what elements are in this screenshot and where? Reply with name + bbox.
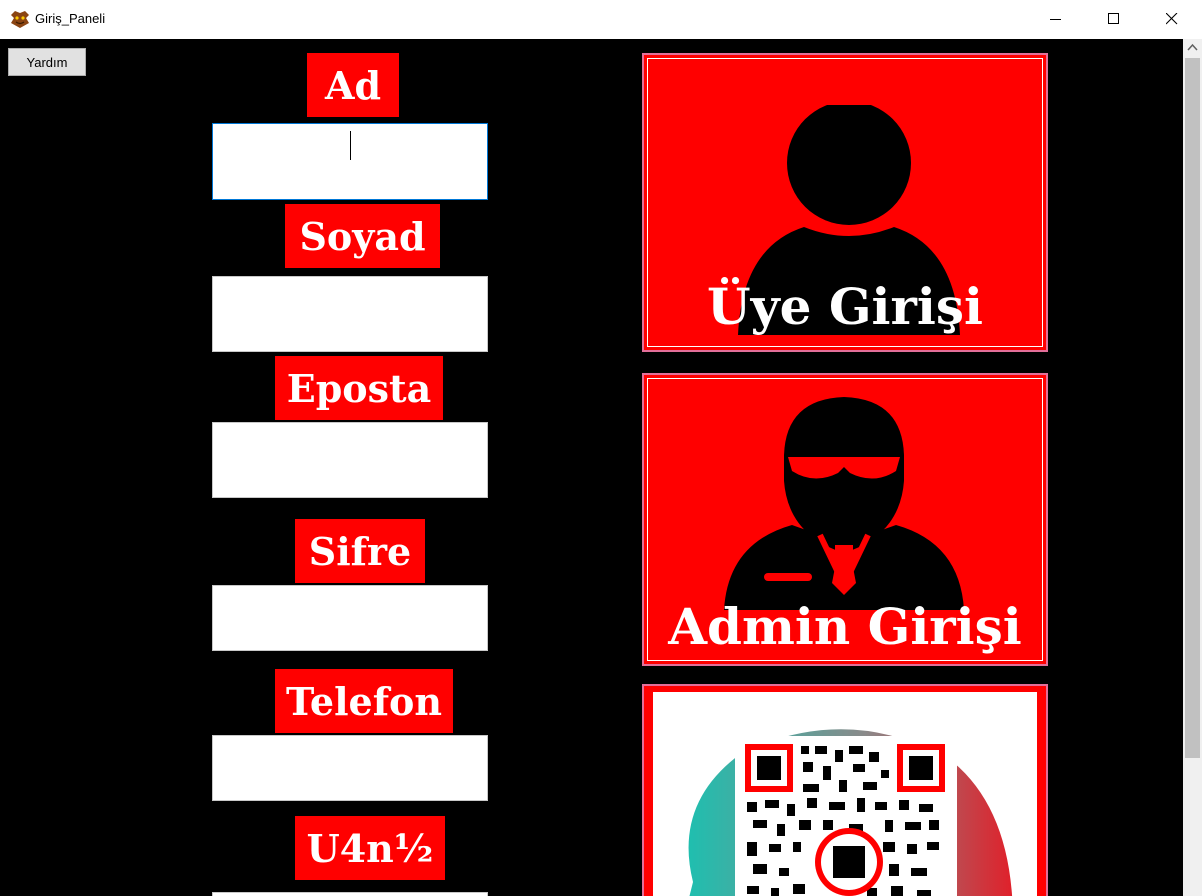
maximize-icon [1108, 13, 1119, 24]
label-ad: Ad [307, 53, 399, 117]
maximize-button[interactable] [1086, 0, 1144, 39]
input-soyad[interactable] [212, 276, 488, 352]
app-icon [11, 11, 29, 28]
label-telefon: Telefon [275, 669, 453, 733]
vertical-scrollbar[interactable] [1183, 39, 1202, 896]
admin-login-label: Admin Girişi [668, 597, 1022, 656]
text-caret [350, 131, 351, 160]
label-eposta: Eposta [275, 356, 443, 420]
input-eposta[interactable] [212, 422, 488, 498]
input-sifre[interactable] [212, 585, 488, 651]
label-soyad: Soyad [285, 204, 440, 268]
member-login-label: Üye Girişi [706, 277, 984, 336]
label-sifre: Sifre [295, 519, 425, 583]
label-u4n: U4n½ [295, 816, 445, 880]
close-button[interactable] [1144, 0, 1202, 39]
input-u4n[interactable] [212, 892, 488, 896]
qr-code-icon [688, 729, 1013, 896]
title-bar: Giriş_Paneli [0, 0, 1202, 40]
minimize-icon [1050, 19, 1061, 20]
help-button[interactable]: Yardım [8, 48, 86, 76]
client-area: Yardım Ad Soyad Eposta Sifre Telefon U4n… [0, 39, 1183, 896]
chevron-up-icon [1187, 43, 1198, 51]
admin-icon [724, 397, 964, 610]
input-ad[interactable] [212, 123, 488, 200]
qr-panel[interactable] [642, 684, 1048, 896]
window-title: Giriş_Paneli [35, 11, 106, 26]
member-login-button[interactable]: Üye Girişi [642, 53, 1048, 352]
minimize-button[interactable] [1028, 0, 1086, 39]
input-telefon[interactable] [212, 735, 488, 801]
scroll-up-button[interactable] [1183, 39, 1202, 57]
scroll-thumb[interactable] [1185, 58, 1200, 758]
admin-login-button[interactable]: Admin Girişi [642, 373, 1048, 666]
close-icon [1166, 13, 1178, 25]
